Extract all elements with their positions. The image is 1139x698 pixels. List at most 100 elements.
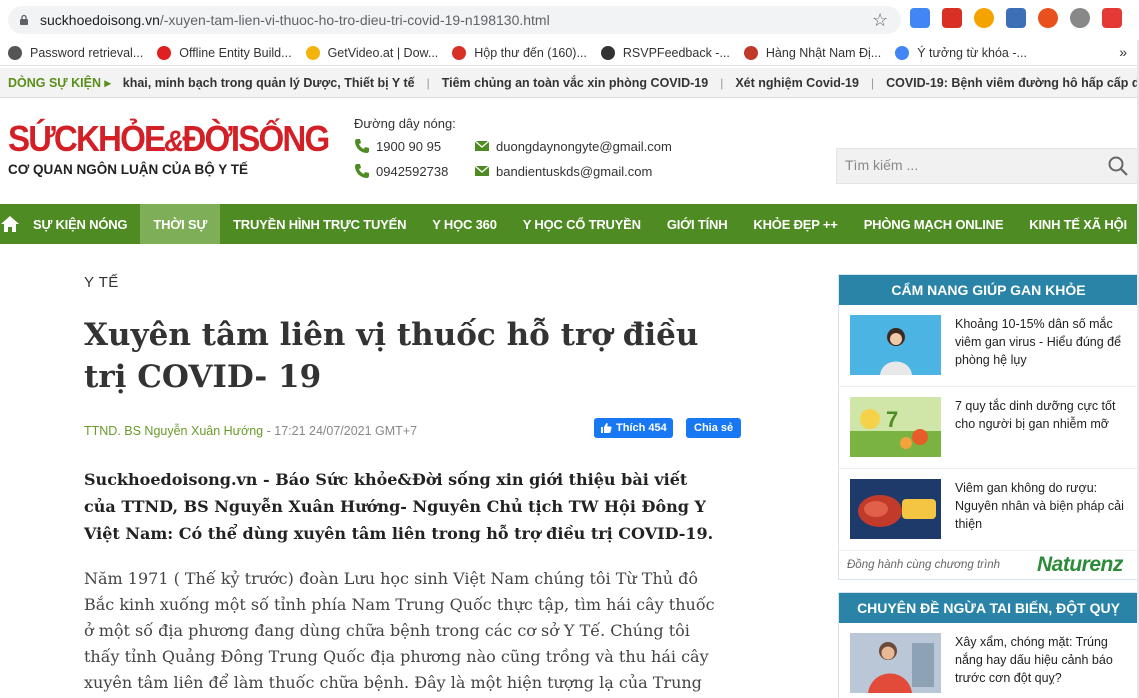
ticker-separator: | (720, 75, 724, 90)
home-icon (1, 216, 19, 232)
facebook-share-button[interactable]: Chia sẻ (686, 418, 742, 438)
thumbnail-image (850, 633, 941, 693)
nav-item[interactable]: Y HỌC 360 (419, 204, 509, 244)
widget-title[interactable]: CHUYÊN ĐỀ NGỪA TAI BIẾN, ĐỘT QUỴ (839, 593, 1138, 623)
event-ticker: DÒNG SỰ KIỆN ▸ khai, minh bạch trong quả… (0, 68, 1139, 98)
extension-icons (910, 8, 1122, 28)
mail-icon (474, 165, 490, 176)
email-2[interactable]: bandientuskds@gmail.com (474, 163, 652, 179)
bookmarks-overflow-button[interactable]: » (1119, 44, 1127, 60)
list-item[interactable]: 7 7 quy tắc dinh dưỡng cực tốt cho người… (839, 387, 1138, 469)
main-nav: SỰ KIỆN NÓNG THỜI SỰ TRUYỀN HÌNH TRỰC TUYẾ… (0, 204, 1139, 244)
nav-item[interactable]: GIỚI TÍNH (654, 204, 741, 244)
logo-wordmark: SỨCKHỎE&ĐỜISỐNG (8, 118, 330, 159)
video-extension-icon[interactable] (942, 8, 962, 28)
ticker-link[interactable]: khai, minh bạch trong quản lý Dược, Thiế… (123, 76, 415, 90)
sponsor-logo[interactable]: Naturenz (1037, 553, 1123, 577)
bookmark-star-icon[interactable]: ☆ (872, 10, 888, 31)
nav-item[interactable]: TRUYỀN HÌNH TRỰC TUYẾN (220, 204, 419, 244)
article-author[interactable]: TTND. BS Nguyễn Xuân Hướng (84, 424, 263, 438)
search-box (836, 148, 1138, 184)
bookmark-item[interactable]: GetVideo.at | Dow... (305, 45, 439, 60)
bookmark-item[interactable]: RSVPFeedback -... (600, 45, 730, 60)
bookmark-favicon-icon (895, 45, 910, 60)
settings-extension-icon[interactable] (1070, 8, 1090, 28)
phone-1: 1900 90 95 (354, 138, 441, 154)
article-lead: Suckhoedoisong.vn - Báo Sức khỏe&Đời sốn… (84, 470, 714, 543)
lock-icon (20, 14, 28, 25)
bookmark-item[interactable]: Password retrieval... (8, 45, 144, 60)
bookmark-favicon-icon (157, 45, 172, 60)
email-1[interactable]: duongdaynongyte@gmail.com (474, 138, 672, 154)
phone-2: 0942592738 (354, 163, 448, 179)
list-item[interactable]: Khoảng 10-15% dân số mắc viêm gan virus … (839, 305, 1138, 387)
article-category[interactable]: Y TẾ (84, 274, 119, 291)
bookmark-label: GetVideo.at | Dow... (327, 45, 439, 60)
bookmark-label: Offline Entity Build... (179, 45, 292, 60)
bookmark-label: RSVPFeedback -... (622, 45, 730, 60)
phone-icon (355, 164, 369, 178)
ticker-link[interactable]: Tiêm chủng an toàn vắc xin phòng COVID-1… (442, 76, 708, 90)
bookmark-label: Hàng Nhật Nam Đị... (765, 45, 882, 60)
sponsor-row: Đồng hành cùng chương trình Naturenz (839, 551, 1138, 579)
nav-item[interactable]: THỜI SỰ (140, 204, 221, 244)
bookmark-favicon-icon (305, 45, 320, 60)
item-text: Khoảng 10-15% dân số mắc viêm gan virus … (955, 317, 1122, 367)
list-item[interactable]: Viêm gan không do rượu: Nguyên nhân và b… (839, 469, 1138, 551)
article-byline: TTND. BS Nguyễn Xuân Hướng - 17:21 24/07… (84, 424, 417, 438)
bookmark-label: Hộp thư đến (160)... (474, 45, 587, 60)
url-field[interactable]: suckhoedoisong.vn/-xuyen-tam-lien-vi-thu… (8, 6, 901, 34)
url-text: suckhoedoisong.vn/-xuyen-tam-lien-vi-thu… (40, 12, 550, 28)
gear-extension-icon[interactable] (974, 8, 994, 28)
chart-extension-icon[interactable] (1102, 8, 1122, 28)
bookmark-item[interactable]: Hộp thư đến (160)... (452, 45, 587, 60)
nav-item[interactable]: PHÒNG MẠCH ONLINE (851, 204, 1017, 244)
liver-health-widget: CẨM NANG GIÚP GAN KHỎE Khoảng 10-15% dân… (838, 274, 1139, 580)
thumbnail-image (850, 479, 941, 539)
monitor-extension-icon[interactable] (1006, 8, 1026, 28)
home-button[interactable] (0, 204, 20, 244)
item-text: Xây xẩm, chóng mặt: Trúng nắng hay dấu h… (955, 635, 1113, 685)
bookmark-favicon-icon (600, 45, 615, 60)
nav-item[interactable]: KHỎE ĐẸP ++ (740, 204, 850, 244)
hotline-title: Đường dây nóng: (354, 116, 456, 131)
bookmarks-bar: Password retrieval... Offline Entity Buil… (0, 40, 1139, 66)
bookmark-favicon-icon (743, 45, 758, 60)
list-item[interactable]: Xây xẩm, chóng mặt: Trúng nắng hay dấu h… (839, 623, 1138, 698)
item-text: Viêm gan không do rượu: Nguyên nhân và b… (955, 481, 1124, 531)
ticker-separator: | (426, 75, 430, 90)
search-input[interactable] (845, 157, 1095, 173)
search-icon[interactable] (1107, 155, 1129, 177)
mail-icon (474, 140, 490, 151)
thumbnail-image: 7 (850, 397, 941, 457)
nav-item[interactable]: KINH TẾ XÃ HỘI (1016, 204, 1139, 244)
translate-extension-icon[interactable] (910, 8, 930, 28)
ticker-link[interactable]: Xét nghiệm Covid-19 (735, 76, 859, 90)
site-logo[interactable]: SỨCKHỎE&ĐỜISỐNG CƠ QUAN NGÔN LUẬN CỦA BỘ… (8, 118, 330, 188)
svg-text:7: 7 (886, 407, 898, 432)
bookmark-item[interactable]: Hàng Nhật Nam Đị... (743, 45, 882, 60)
bookmark-item[interactable]: Ý tưởng từ khóa -... (895, 45, 1027, 60)
ticker-separator: | (870, 75, 875, 90)
nav-item[interactable]: Y HỌC CỔ TRUYỀN (510, 204, 654, 244)
article-body: Năm 1971 ( Thế kỷ trước) đoàn Lưu học si… (84, 569, 715, 692)
site-header: SỨCKHỎE&ĐỜISỐNG CƠ QUAN NGÔN LUẬN CỦA BỘ… (0, 98, 1139, 204)
widget-title[interactable]: CẨM NANG GIÚP GAN KHỎE (839, 275, 1138, 305)
item-text: 7 quy tắc dinh dưỡng cực tốt cho người b… (955, 399, 1116, 431)
article-date: - 17:21 24/07/2021 GMT+7 (263, 424, 418, 438)
bookmark-label: Password retrieval... (30, 45, 144, 60)
fire-extension-icon[interactable] (1038, 8, 1058, 28)
ticker-label: DÒNG SỰ KIỆN ▸ (8, 76, 111, 90)
bookmark-label: Ý tưởng từ khóa -... (917, 45, 1027, 60)
sponsor-text: Đồng hành cùng chương trình (847, 559, 1000, 571)
logo-tagline: CƠ QUAN NGÔN LUẬN CỦA BỘ Y TẾ (8, 162, 249, 177)
ticker-link[interactable]: COVID-19: Bệnh viêm đường hô hấp cấp do … (886, 76, 1139, 90)
facebook-like-button[interactable]: Thích 454 (594, 418, 673, 438)
nav-item[interactable]: SỰ KIỆN NÓNG (20, 204, 140, 244)
bookmark-item[interactable]: Offline Entity Build... (157, 45, 292, 60)
bookmark-favicon-icon (8, 45, 22, 60)
browser-address-bar: suckhoedoisong.vn/-xuyen-tam-lien-vi-thu… (0, 0, 1139, 40)
thumbnail-image (850, 315, 941, 375)
bookmark-favicon-icon (452, 45, 467, 60)
phone-icon (355, 139, 369, 153)
